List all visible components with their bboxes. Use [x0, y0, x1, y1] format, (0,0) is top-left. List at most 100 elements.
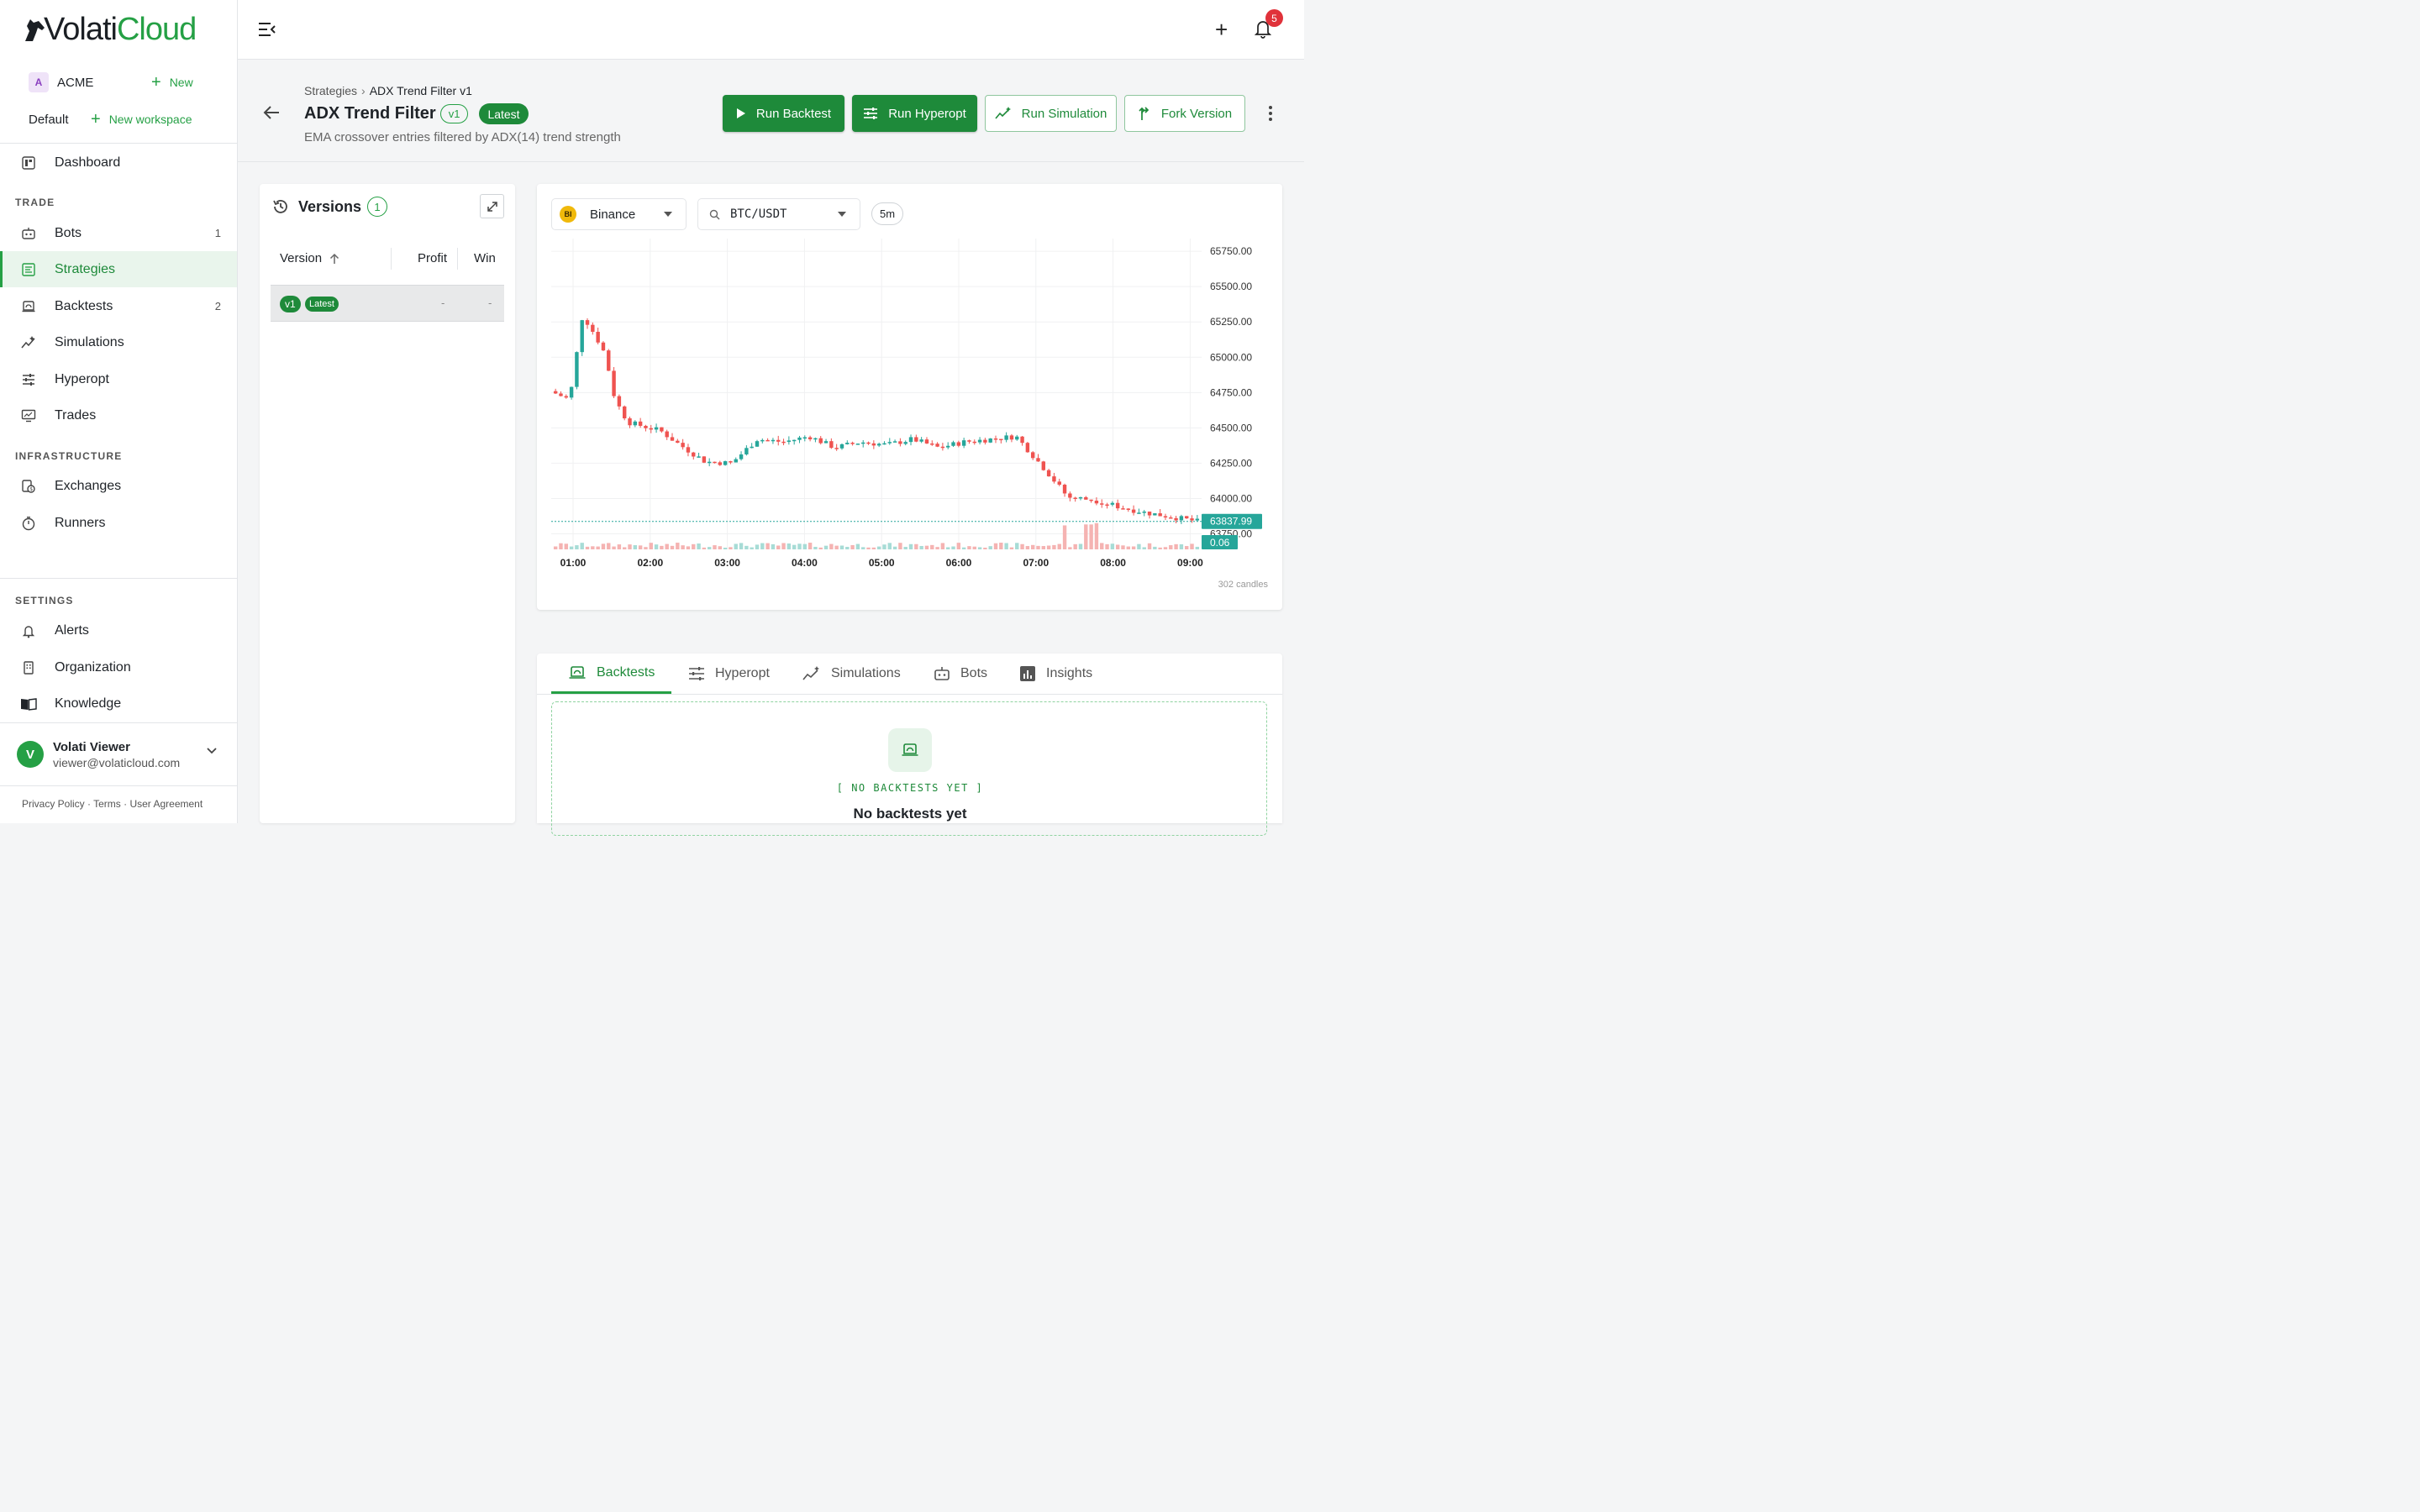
section-label-infrastructure: INFRASTRUCTURE: [15, 450, 123, 462]
sidebar-item-simulations[interactable]: Simulations: [0, 324, 237, 360]
candle-body: [1041, 461, 1046, 470]
candle-body: [1174, 517, 1178, 521]
sidebar-item-bots[interactable]: Bots 1: [0, 215, 237, 251]
run-simulation-button[interactable]: Run Simulation: [985, 95, 1117, 132]
candle-count: 302 candles: [1218, 580, 1268, 590]
volume-bar: [739, 543, 744, 549]
candle-body: [892, 441, 897, 443]
fork-version-button[interactable]: Fork Version: [1124, 95, 1245, 132]
user-menu[interactable]: V Volati Viewer viewer@volaticloud.com: [0, 722, 238, 786]
sidebar-item-organization[interactable]: Organization: [0, 649, 237, 685]
versions-panel: Versions 1 Version Profit Win v1 Latest …: [260, 184, 515, 823]
workspace-selector[interactable]: Default + New workspace: [29, 108, 222, 131]
new-org-button[interactable]: + New: [151, 71, 193, 94]
column-header-win[interactable]: Win: [474, 251, 496, 265]
volume-bar: [1163, 547, 1168, 549]
volume-bar: [713, 545, 717, 549]
volume-bar: [797, 543, 802, 549]
sidebar-item-label: Dashboard: [55, 155, 121, 170]
tab-label: Hyperopt: [715, 666, 770, 680]
sidebar-item-strategies[interactable]: Strategies: [0, 251, 237, 287]
empty-state: [ NO BACKTESTS YET ] No backtests yet: [551, 701, 1267, 836]
pair-select[interactable]: BTC/USDT: [697, 198, 860, 230]
new-workspace-button[interactable]: + New workspace: [91, 110, 192, 129]
volume-bar: [596, 546, 600, 549]
sidebar-item-dashboard[interactable]: Dashboard: [0, 144, 237, 181]
sliders-icon: [688, 666, 705, 681]
more-vertical-icon[interactable]: [1266, 105, 1275, 122]
sidebar-item-label: Runners: [55, 515, 106, 530]
volume-bar: [665, 543, 669, 549]
expand-button[interactable]: [480, 194, 504, 218]
fork-icon: [1138, 106, 1151, 121]
sidebar-item-label: Knowledge: [55, 696, 122, 711]
org-selector[interactable]: A ACME + New: [29, 71, 222, 94]
sidebar-item-exchanges[interactable]: $ Exchanges: [0, 468, 237, 504]
user-name: Volati Viewer: [53, 740, 130, 754]
x-tick-label: 04:00: [792, 557, 818, 569]
svg-text:$: $: [29, 486, 33, 492]
volume-bar: [1025, 546, 1030, 549]
sidebar-item-hyperopt[interactable]: Hyperopt: [0, 361, 237, 397]
candle-body: [638, 421, 643, 426]
sidebar-item-trades[interactable]: Trades: [0, 397, 237, 433]
chevron-down-icon[interactable]: [206, 747, 218, 755]
backtests-count: 2: [214, 300, 221, 312]
scrollbar-track[interactable]: [1304, 0, 1318, 823]
tab-hyperopt[interactable]: Hyperopt: [688, 654, 770, 694]
sidebar-item-backtests[interactable]: Backtests 2: [0, 288, 237, 324]
candle-body: [660, 427, 664, 432]
exchange-select[interactable]: BI Binance: [551, 198, 687, 230]
footer-links[interactable]: Privacy Policy · Terms · User Agreement: [22, 798, 203, 810]
candle-body: [1185, 516, 1189, 519]
run-simulation-label: Run Simulation: [1021, 106, 1107, 121]
run-backtest-button[interactable]: Run Backtest: [723, 95, 844, 132]
volume-bar: [654, 544, 659, 549]
table-row[interactable]: v1 Latest - -: [271, 285, 504, 322]
sidebar-item-alerts[interactable]: Alerts: [0, 612, 237, 648]
strategy-description: EMA crossover entries filtered by ADX(14…: [304, 130, 621, 144]
candlestick-chart[interactable]: 65750.00 65500.00 65250.00 65000.00 64750.00…: [537, 234, 1282, 579]
sidebar-item-label: Hyperopt: [55, 371, 109, 386]
candle-body: [1147, 512, 1152, 516]
candle-body: [596, 332, 600, 343]
simulation-icon: [995, 107, 1012, 120]
candle-body: [1009, 435, 1014, 440]
run-hyperopt-button[interactable]: Run Hyperopt: [852, 95, 977, 132]
tab-insights[interactable]: Insights: [1019, 654, 1092, 694]
tab-simulations[interactable]: Simulations: [802, 654, 901, 694]
candle-body: [765, 439, 770, 442]
candle-body: [649, 428, 653, 430]
back-arrow-icon[interactable]: [263, 105, 280, 120]
menu-collapse-icon[interactable]: [258, 21, 276, 38]
x-tick-label: 03:00: [714, 557, 740, 569]
create-plus-icon[interactable]: +: [1215, 18, 1228, 40]
tab-backtests[interactable]: Backtests: [551, 654, 671, 694]
robot-icon: [20, 225, 37, 242]
candle-body: [1057, 481, 1061, 486]
candle-body: [919, 439, 923, 442]
sidebar-divider: [0, 578, 238, 579]
volume-bar: [638, 545, 643, 549]
volume-bar: [781, 543, 786, 549]
candle-body: [1195, 518, 1200, 521]
volume-bar: [1190, 543, 1194, 549]
sidebar-item-runners[interactable]: Runners: [0, 505, 237, 541]
sidebar-item-label: Organization: [55, 659, 131, 675]
sidebar-item-knowledge[interactable]: Knowledge: [0, 685, 237, 722]
column-header-version[interactable]: Version: [280, 251, 339, 265]
fork-version-label: Fork Version: [1160, 106, 1233, 121]
tab-bots[interactable]: Bots: [934, 654, 987, 694]
strategy-icon: [20, 261, 37, 278]
candle-body: [977, 439, 982, 443]
avatar: V: [17, 741, 44, 768]
breadcrumb-root[interactable]: Strategies: [304, 84, 357, 97]
volume-bar: [607, 543, 611, 549]
topbar: + 5: [238, 0, 1304, 60]
volume-bar: [633, 545, 638, 549]
column-header-profit[interactable]: Profit: [418, 251, 447, 265]
brand-logo[interactable]: Volati Cloud: [22, 12, 197, 48]
play-icon: [736, 108, 746, 119]
timeframe-chip[interactable]: 5m: [871, 202, 904, 225]
expand-icon: [487, 201, 497, 212]
